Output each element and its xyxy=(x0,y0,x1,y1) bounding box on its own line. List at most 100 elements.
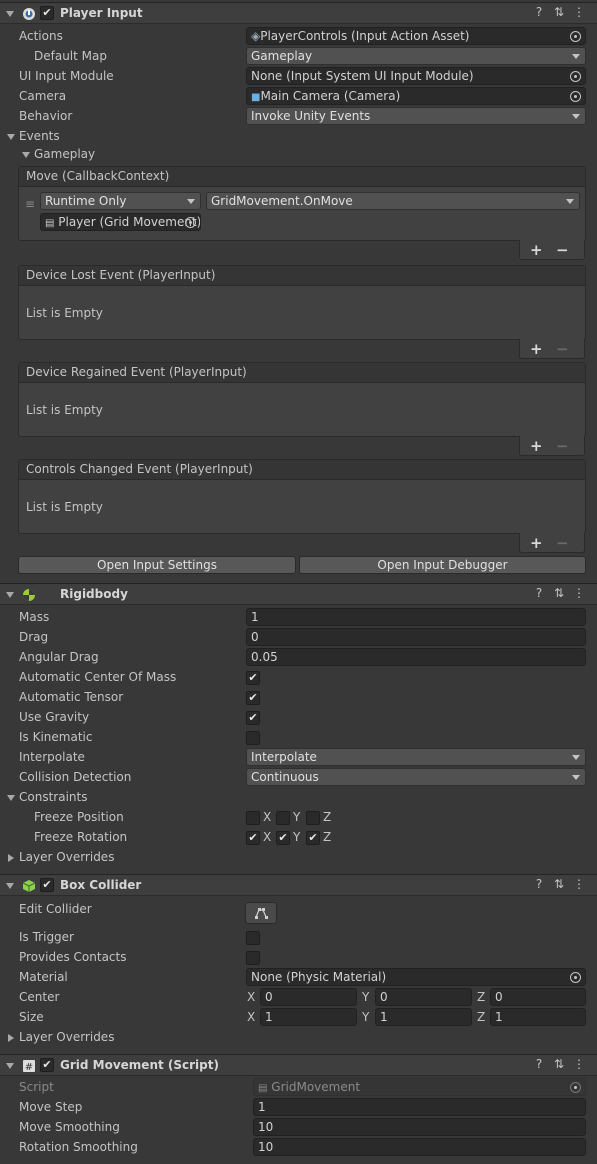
foldout-arrow-icon[interactable] xyxy=(8,1034,14,1042)
use-gravity-checkbox[interactable]: ✔ xyxy=(246,711,260,725)
add-button[interactable]: + xyxy=(530,241,543,259)
foldout-arrow-icon[interactable] xyxy=(6,11,14,17)
foldout-arrow-icon[interactable] xyxy=(7,134,15,140)
auto-center-checkbox[interactable]: ✔ xyxy=(246,671,260,685)
foldout-arrow-icon[interactable] xyxy=(6,883,14,889)
collision-detection-label: Collision Detection xyxy=(19,770,132,784)
is-trigger-label: Is Trigger xyxy=(19,930,74,944)
open-input-settings-button[interactable]: Open Input Settings xyxy=(18,556,296,574)
foldout-arrow-icon[interactable] xyxy=(22,152,30,158)
target-object-field[interactable]: ▤ Player (Grid Movement) xyxy=(40,213,201,231)
object-picker-icon[interactable] xyxy=(570,31,581,42)
move-smoothing-field[interactable]: 10 xyxy=(253,1118,586,1136)
presets-icon[interactable]: ⇅ xyxy=(552,586,566,600)
actions-field[interactable]: ◈PlayerControls (Input Action Asset) xyxy=(246,27,586,45)
add-button[interactable]: + xyxy=(530,340,543,358)
drag-handle-icon[interactable]: ≡ xyxy=(25,197,35,211)
open-input-debugger-button[interactable]: Open Input Debugger xyxy=(299,556,586,574)
auto-tensor-checkbox[interactable]: ✔ xyxy=(246,691,260,705)
help-icon[interactable]: ? xyxy=(532,877,546,891)
ui-input-module-field[interactable]: None (Input System UI Input Module) xyxy=(246,67,586,85)
interpolate-dropdown[interactable]: Interpolate xyxy=(246,748,586,766)
player-input-header[interactable]: ✔ Player Input ? ⇅ ⋮ xyxy=(0,2,597,24)
size-x-field[interactable]: 1 xyxy=(260,1008,357,1026)
function-dropdown[interactable]: GridMovement.OnMove xyxy=(206,192,580,210)
rigidbody-layer-overrides-foldout[interactable]: Layer Overrides xyxy=(0,848,597,868)
context-menu-icon[interactable]: ⋮ xyxy=(572,1057,586,1071)
foldout-arrow-icon[interactable] xyxy=(8,854,14,862)
provides-contacts-checkbox[interactable] xyxy=(246,951,260,965)
constraints-foldout[interactable]: Constraints xyxy=(0,788,597,808)
is-kinematic-checkbox[interactable] xyxy=(246,731,260,745)
component-enabled-checkbox[interactable]: ✔ xyxy=(40,6,54,20)
freeze-position-row: Freeze Position X Y Z xyxy=(0,808,597,828)
runtime-dropdown[interactable]: Runtime Only xyxy=(40,192,201,210)
size-z-field[interactable]: 1 xyxy=(490,1008,586,1026)
mass-row: Mass 1 xyxy=(0,608,597,628)
foldout-arrow-icon[interactable] xyxy=(6,1063,14,1069)
add-button[interactable]: + xyxy=(530,437,543,455)
component-title: Player Input xyxy=(60,6,143,20)
freeze-rotation-y-checkbox[interactable]: ✔ xyxy=(276,831,290,845)
freeze-rotation-x-checkbox[interactable]: ✔ xyxy=(246,831,260,845)
presets-icon[interactable]: ⇅ xyxy=(552,877,566,891)
presets-icon[interactable]: ⇅ xyxy=(552,5,566,19)
foldout-arrow-icon[interactable] xyxy=(6,592,14,598)
remove-button[interactable]: − xyxy=(556,340,569,358)
axis-y-label: Y xyxy=(293,830,301,844)
use-gravity-label: Use Gravity xyxy=(19,710,90,724)
device-regained-event-box: Device Regained Event (PlayerInput) List… xyxy=(18,362,586,437)
material-field[interactable]: None (Physic Material) xyxy=(246,968,586,986)
angular-drag-field[interactable]: 0.05 xyxy=(246,648,586,666)
context-menu-icon[interactable]: ⋮ xyxy=(572,5,586,19)
device-lost-event-box: Device Lost Event (PlayerInput) List is … xyxy=(18,265,586,340)
foldout-arrow-icon[interactable] xyxy=(7,795,15,801)
help-icon[interactable]: ? xyxy=(532,5,546,19)
presets-icon[interactable]: ⇅ xyxy=(552,1057,566,1071)
object-picker-icon[interactable] xyxy=(570,71,581,82)
grid-movement-header[interactable]: # ✔ Grid Movement (Script) ? ⇅ ⋮ xyxy=(0,1054,597,1076)
mass-field[interactable]: 1 xyxy=(246,608,586,626)
center-y-field[interactable]: 0 xyxy=(375,988,472,1006)
component-enabled-checkbox[interactable]: ✔ xyxy=(40,1058,54,1072)
help-icon[interactable]: ? xyxy=(532,1057,546,1071)
component-enabled-checkbox[interactable]: ✔ xyxy=(40,878,54,892)
center-x-field[interactable]: 0 xyxy=(260,988,357,1006)
interpolate-label: Interpolate xyxy=(19,750,85,764)
events-foldout[interactable]: Events xyxy=(0,127,597,147)
dropdown-arrow-icon xyxy=(572,755,580,760)
move-step-field[interactable]: 1 xyxy=(253,1098,586,1116)
behavior-dropdown[interactable]: Invoke Unity Events xyxy=(246,107,586,125)
constraints-label: Constraints xyxy=(19,790,88,804)
gameplay-foldout[interactable]: Gameplay xyxy=(0,145,597,165)
freeze-position-z-checkbox[interactable] xyxy=(306,811,320,825)
rotation-smoothing-field[interactable]: 10 xyxy=(253,1138,586,1156)
default-map-dropdown[interactable]: Gameplay xyxy=(246,47,586,65)
size-y-field[interactable]: 1 xyxy=(375,1008,472,1026)
rigidbody-header[interactable]: Rigidbody ? ⇅ ⋮ xyxy=(0,583,597,605)
camera-field[interactable]: ■Main Camera (Camera) xyxy=(246,87,586,105)
context-menu-icon[interactable]: ⋮ xyxy=(572,586,586,600)
remove-button[interactable]: − xyxy=(556,241,569,259)
freeze-position-y-checkbox[interactable] xyxy=(276,811,290,825)
box-collider-icon xyxy=(22,880,36,892)
remove-button[interactable]: − xyxy=(556,534,569,552)
edit-collider-button[interactable] xyxy=(245,902,277,924)
center-z-field[interactable]: 0 xyxy=(490,988,586,1006)
material-row: Material None (Physic Material) xyxy=(0,968,597,988)
context-menu-icon[interactable]: ⋮ xyxy=(572,877,586,891)
object-picker-icon[interactable] xyxy=(185,217,196,228)
add-button[interactable]: + xyxy=(530,534,543,552)
is-trigger-checkbox[interactable] xyxy=(246,931,260,945)
collision-detection-dropdown[interactable]: Continuous xyxy=(246,768,586,786)
freeze-position-x-checkbox[interactable] xyxy=(246,811,260,825)
box-collider-header[interactable]: ✔ Box Collider ? ⇅ ⋮ xyxy=(0,874,597,896)
help-icon[interactable]: ? xyxy=(532,586,546,600)
collider-layer-overrides-foldout[interactable]: Layer Overrides xyxy=(0,1028,597,1048)
object-picker-icon[interactable] xyxy=(570,91,581,102)
object-picker-icon[interactable] xyxy=(570,972,581,983)
remove-button[interactable]: − xyxy=(556,437,569,455)
drag-field[interactable]: 0 xyxy=(246,628,586,646)
freeze-rotation-z-checkbox[interactable]: ✔ xyxy=(306,831,320,845)
mass-label: Mass xyxy=(19,610,50,624)
